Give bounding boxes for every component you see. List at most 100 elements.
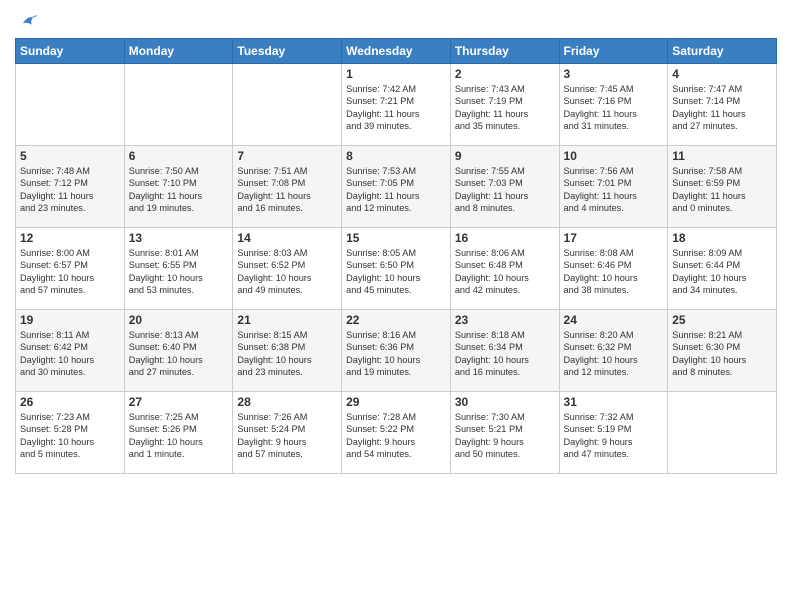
calendar-cell: 24 Sunrise: 8:20 AM Sunset: 6:32 PM Dayli… [559, 310, 668, 392]
day-info: Sunrise: 8:03 AM Sunset: 6:52 PM Dayligh… [237, 247, 337, 297]
calendar-cell: 23 Sunrise: 8:18 AM Sunset: 6:34 PM Dayli… [450, 310, 559, 392]
day-number: 29 [346, 395, 446, 409]
calendar-cell: 14 Sunrise: 8:03 AM Sunset: 6:52 PM Dayli… [233, 228, 342, 310]
day-number: 20 [129, 313, 229, 327]
calendar-cell: 15 Sunrise: 8:05 AM Sunset: 6:50 PM Dayli… [342, 228, 451, 310]
calendar-cell: 27 Sunrise: 7:25 AM Sunset: 5:26 PM Dayli… [124, 392, 233, 474]
day-info: Sunrise: 7:23 AM Sunset: 5:28 PM Dayligh… [20, 411, 120, 461]
calendar-day-header: Monday [124, 39, 233, 64]
calendar-cell [668, 392, 777, 474]
day-number: 14 [237, 231, 337, 245]
calendar-cell: 31Sunrise: 7:32 AM Sunset: 5:19 PM Dayli… [559, 392, 668, 474]
day-info: Sunrise: 8:15 AM Sunset: 6:38 PM Dayligh… [237, 329, 337, 379]
day-number: 17 [564, 231, 664, 245]
calendar-cell: 6Sunrise: 7:50 AM Sunset: 7:10 PM Daylig… [124, 146, 233, 228]
day-info: Sunrise: 8:13 AM Sunset: 6:40 PM Dayligh… [129, 329, 229, 379]
calendar-cell: 9Sunrise: 7:55 AM Sunset: 7:03 PM Daylig… [450, 146, 559, 228]
day-info: Sunrise: 7:51 AM Sunset: 7:08 PM Dayligh… [237, 165, 337, 215]
day-info: Sunrise: 7:30 AM Sunset: 5:21 PM Dayligh… [455, 411, 555, 461]
calendar-day-header: Saturday [668, 39, 777, 64]
calendar-cell: 25 Sunrise: 8:21 AM Sunset: 6:30 PM Dayli… [668, 310, 777, 392]
day-info: Sunrise: 8:21 AM Sunset: 6:30 PM Dayligh… [672, 329, 772, 379]
day-number: 30 [455, 395, 555, 409]
day-info: Sunrise: 7:48 AM Sunset: 7:12 PM Dayligh… [20, 165, 120, 215]
calendar-week-row: 19 Sunrise: 8:11 AM Sunset: 6:42 PM Dayli… [16, 310, 777, 392]
calendar-cell: 19 Sunrise: 8:11 AM Sunset: 6:42 PM Dayli… [16, 310, 125, 392]
day-number: 4 [672, 67, 772, 81]
calendar-cell: 3Sunrise: 7:45 AM Sunset: 7:16 PM Daylig… [559, 64, 668, 146]
logo-bird-icon [17, 10, 39, 32]
calendar-cell: 28 Sunrise: 7:26 AM Sunset: 5:24 PM Dayli… [233, 392, 342, 474]
day-number: 3 [564, 67, 664, 81]
day-number: 10 [564, 149, 664, 163]
calendar-cell: 16 Sunrise: 8:06 AM Sunset: 6:48 PM Dayli… [450, 228, 559, 310]
day-info: Sunrise: 8:01 AM Sunset: 6:55 PM Dayligh… [129, 247, 229, 297]
calendar-week-row: 1Sunrise: 7:42 AM Sunset: 7:21 PM Daylig… [16, 64, 777, 146]
calendar-week-row: 26Sunrise: 7:23 AM Sunset: 5:28 PM Dayli… [16, 392, 777, 474]
calendar-cell: 13 Sunrise: 8:01 AM Sunset: 6:55 PM Dayli… [124, 228, 233, 310]
calendar-day-header: Sunday [16, 39, 125, 64]
day-number: 8 [346, 149, 446, 163]
calendar-cell: 18Sunrise: 8:09 AM Sunset: 6:44 PM Dayli… [668, 228, 777, 310]
day-info: Sunrise: 7:53 AM Sunset: 7:05 PM Dayligh… [346, 165, 446, 215]
day-info: Sunrise: 7:56 AM Sunset: 7:01 PM Dayligh… [564, 165, 664, 215]
calendar-cell: 11 Sunrise: 7:58 AM Sunset: 6:59 PM Dayli… [668, 146, 777, 228]
calendar-cell: 8 Sunrise: 7:53 AM Sunset: 7:05 PM Daylig… [342, 146, 451, 228]
day-info: Sunrise: 8:00 AM Sunset: 6:57 PM Dayligh… [20, 247, 120, 297]
day-number: 24 [564, 313, 664, 327]
day-info: Sunrise: 8:06 AM Sunset: 6:48 PM Dayligh… [455, 247, 555, 297]
calendar-cell: 10 Sunrise: 7:56 AM Sunset: 7:01 PM Dayli… [559, 146, 668, 228]
day-number: 5 [20, 149, 120, 163]
calendar-cell [233, 64, 342, 146]
calendar-day-header: Wednesday [342, 39, 451, 64]
day-info: Sunrise: 7:58 AM Sunset: 6:59 PM Dayligh… [672, 165, 772, 215]
day-info: Sunrise: 7:43 AM Sunset: 7:19 PM Dayligh… [455, 83, 555, 133]
day-number: 11 [672, 149, 772, 163]
calendar-day-header: Tuesday [233, 39, 342, 64]
day-info: Sunrise: 8:20 AM Sunset: 6:32 PM Dayligh… [564, 329, 664, 379]
day-number: 27 [129, 395, 229, 409]
calendar-cell [124, 64, 233, 146]
logo [15, 10, 39, 32]
calendar-cell: 2Sunrise: 7:43 AM Sunset: 7:19 PM Daylig… [450, 64, 559, 146]
day-number: 12 [20, 231, 120, 245]
calendar-week-row: 12 Sunrise: 8:00 AM Sunset: 6:57 PM Dayli… [16, 228, 777, 310]
calendar-table: SundayMondayTuesdayWednesdayThursdayFrid… [15, 38, 777, 474]
day-info: Sunrise: 7:26 AM Sunset: 5:24 PM Dayligh… [237, 411, 337, 461]
day-number: 23 [455, 313, 555, 327]
day-number: 25 [672, 313, 772, 327]
day-info: Sunrise: 8:05 AM Sunset: 6:50 PM Dayligh… [346, 247, 446, 297]
day-number: 16 [455, 231, 555, 245]
day-info: Sunrise: 7:42 AM Sunset: 7:21 PM Dayligh… [346, 83, 446, 133]
day-info: Sunrise: 7:55 AM Sunset: 7:03 PM Dayligh… [455, 165, 555, 215]
day-number: 7 [237, 149, 337, 163]
calendar-cell: 4 Sunrise: 7:47 AM Sunset: 7:14 PM Daylig… [668, 64, 777, 146]
calendar-week-row: 5 Sunrise: 7:48 AM Sunset: 7:12 PM Daylig… [16, 146, 777, 228]
day-info: Sunrise: 7:50 AM Sunset: 7:10 PM Dayligh… [129, 165, 229, 215]
day-number: 28 [237, 395, 337, 409]
calendar-day-header: Friday [559, 39, 668, 64]
day-number: 13 [129, 231, 229, 245]
day-number: 15 [346, 231, 446, 245]
calendar-cell: 26Sunrise: 7:23 AM Sunset: 5:28 PM Dayli… [16, 392, 125, 474]
calendar-cell: 20 Sunrise: 8:13 AM Sunset: 6:40 PM Dayli… [124, 310, 233, 392]
calendar-cell [16, 64, 125, 146]
calendar-cell: 29Sunrise: 7:28 AM Sunset: 5:22 PM Dayli… [342, 392, 451, 474]
calendar-cell: 5 Sunrise: 7:48 AM Sunset: 7:12 PM Daylig… [16, 146, 125, 228]
day-info: Sunrise: 8:11 AM Sunset: 6:42 PM Dayligh… [20, 329, 120, 379]
calendar-cell: 12 Sunrise: 8:00 AM Sunset: 6:57 PM Dayli… [16, 228, 125, 310]
page-header [15, 10, 777, 32]
day-info: Sunrise: 8:18 AM Sunset: 6:34 PM Dayligh… [455, 329, 555, 379]
day-info: Sunrise: 7:32 AM Sunset: 5:19 PM Dayligh… [564, 411, 664, 461]
day-number: 22 [346, 313, 446, 327]
calendar-cell: 17 Sunrise: 8:08 AM Sunset: 6:46 PM Dayli… [559, 228, 668, 310]
calendar-cell: 21Sunrise: 8:15 AM Sunset: 6:38 PM Dayli… [233, 310, 342, 392]
calendar-cell: 22 Sunrise: 8:16 AM Sunset: 6:36 PM Dayli… [342, 310, 451, 392]
day-number: 19 [20, 313, 120, 327]
calendar-cell: 1Sunrise: 7:42 AM Sunset: 7:21 PM Daylig… [342, 64, 451, 146]
calendar-cell: 30 Sunrise: 7:30 AM Sunset: 5:21 PM Dayli… [450, 392, 559, 474]
day-info: Sunrise: 8:08 AM Sunset: 6:46 PM Dayligh… [564, 247, 664, 297]
day-info: Sunrise: 8:16 AM Sunset: 6:36 PM Dayligh… [346, 329, 446, 379]
day-info: Sunrise: 7:47 AM Sunset: 7:14 PM Dayligh… [672, 83, 772, 133]
day-info: Sunrise: 7:25 AM Sunset: 5:26 PM Dayligh… [129, 411, 229, 461]
